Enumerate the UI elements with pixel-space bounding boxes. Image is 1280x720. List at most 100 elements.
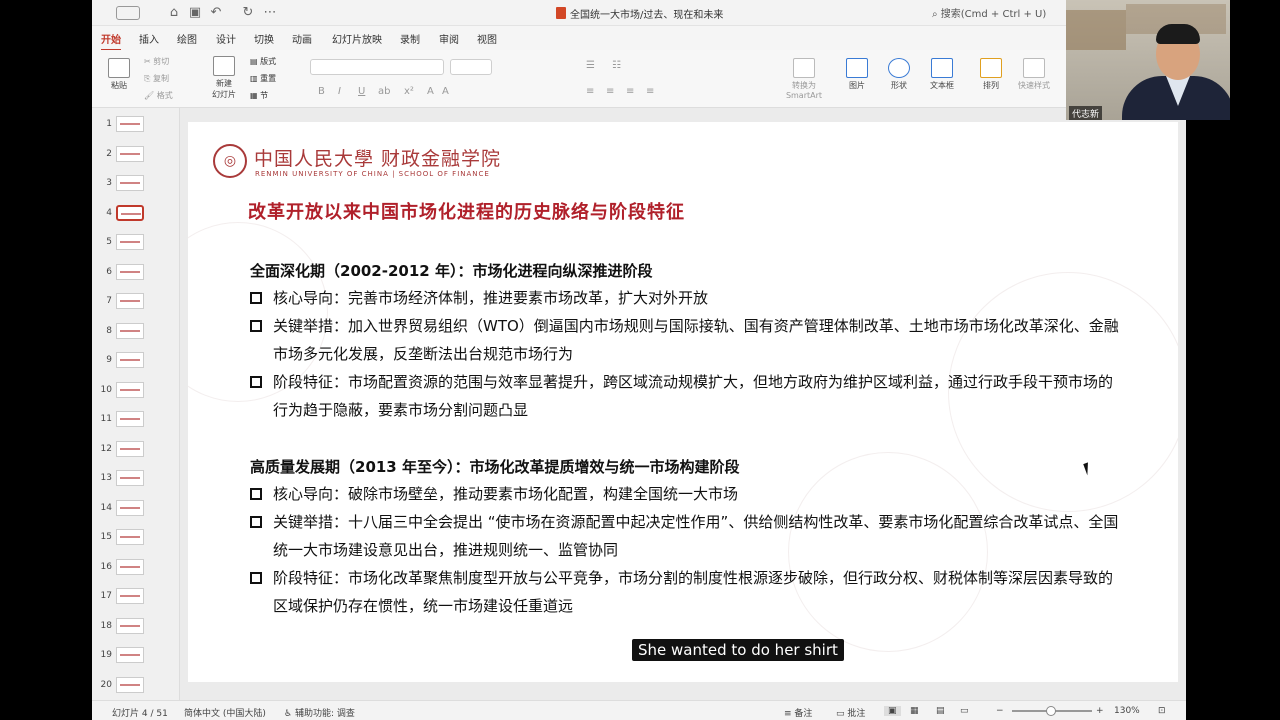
document-icon — [556, 7, 566, 19]
home-icon[interactable]: ⌂ — [166, 5, 182, 21]
arrange-button[interactable]: 排列 — [976, 58, 1006, 91]
tab-draw[interactable]: 绘图 — [177, 31, 197, 46]
thumbnail-number: 3 — [106, 178, 112, 188]
section-button[interactable]: ▦ 节 — [250, 90, 268, 101]
convert-smartart-button[interactable]: 转换为 SmartArt — [782, 58, 826, 100]
bold-icon[interactable]: B — [318, 86, 325, 97]
slide-thumbnail[interactable] — [116, 352, 144, 368]
tab-animations[interactable]: 动画 — [292, 31, 312, 46]
align-left-icon[interactable]: ≡ — [586, 86, 594, 97]
section-label: 节 — [260, 91, 269, 100]
more-icon[interactable]: ⋯ — [262, 5, 278, 21]
paste-button[interactable]: 粘贴 — [104, 58, 134, 91]
tab-insert[interactable]: 插入 — [139, 31, 159, 46]
zoom-slider-handle[interactable] — [1046, 706, 1056, 716]
slide-thumbnail[interactable] — [116, 175, 144, 191]
normal-view-icon[interactable]: ▣ — [884, 706, 901, 716]
thumbnail-number: 10 — [100, 384, 112, 395]
justify-icon[interactable]: ≡ — [646, 86, 654, 97]
university-name-cn: 中国人民大學 财政金融学院 — [254, 148, 502, 170]
fit-slide-icon[interactable]: ⊡ — [1158, 706, 1166, 716]
textbox-button[interactable]: 文本框 — [924, 58, 960, 91]
layout-button[interactable]: ▤ 版式 — [250, 56, 276, 67]
thumbnail-number: 7 — [106, 296, 112, 306]
slide-thumbnail[interactable] — [116, 588, 144, 604]
slide-thumbnail[interactable] — [116, 411, 144, 427]
cut-button[interactable]: ✂ 剪切 — [144, 56, 169, 67]
slide-thumbnail[interactable] — [116, 558, 144, 575]
italic-icon[interactable]: I — [338, 86, 341, 97]
redo-icon[interactable]: ↻ — [240, 5, 256, 21]
tab-review[interactable]: 审阅 — [439, 31, 459, 46]
new-slide-icon — [213, 56, 235, 76]
search-placeholder: 搜索(Cmd + Ctrl + U) — [940, 9, 1047, 20]
language-indicator[interactable]: 简体中文 (中国大陆) — [184, 706, 266, 719]
slide-thumbnail[interactable] — [116, 234, 144, 250]
slide-canvas[interactable]: ◎ 中国人民大學 财政金融学院 RENMIN UNIVERSITY OF CHI… — [188, 122, 1178, 682]
slide-thumbnail[interactable] — [116, 381, 144, 398]
format-painter-button[interactable]: 🖌 格式 — [144, 90, 173, 101]
smartart-icon — [793, 58, 815, 78]
slide-thumbnail[interactable] — [116, 647, 144, 663]
save-icon[interactable]: ▣ — [187, 5, 203, 21]
picture-button[interactable]: 图片 — [842, 58, 872, 91]
slide-thumbnail[interactable] — [116, 263, 144, 280]
superscript-icon[interactable]: x² — [404, 86, 414, 97]
slide-thumbnail[interactable] — [116, 440, 144, 457]
participant-name: 代志新 — [1069, 106, 1103, 120]
slide-thumbnail[interactable] — [116, 617, 144, 634]
bullets-icon[interactable]: ☰ — [586, 60, 595, 71]
notes-button[interactable]: ≡ 备注 — [784, 706, 812, 719]
zoom-level[interactable]: 130% — [1114, 706, 1140, 716]
zoom-out-icon[interactable]: − — [996, 706, 1004, 716]
slide-thumbnail[interactable] — [116, 676, 144, 693]
cut-label: 剪切 — [153, 57, 170, 66]
slide-thumbnail[interactable] — [116, 145, 144, 162]
tab-design[interactable]: 设计 — [216, 31, 236, 46]
tab-record[interactable]: 录制 — [400, 31, 420, 46]
numbering-icon[interactable]: ☷ — [612, 60, 621, 71]
strikethrough-icon[interactable]: ab — [378, 86, 390, 97]
tab-home[interactable]: 开始 — [101, 31, 121, 51]
highlight-icon[interactable]: A — [442, 86, 449, 97]
accessibility-label: 辅助功能: 调查 — [294, 709, 355, 719]
font-size-select[interactable] — [450, 59, 492, 75]
slide-thumbnail[interactable] — [116, 499, 144, 516]
font-family-select[interactable] — [310, 59, 444, 75]
comments-icon: ▭ — [836, 709, 848, 719]
slide-thumbnail[interactable] — [116, 529, 144, 545]
accessibility-icon: ♿ — [284, 709, 295, 719]
reading-view-icon[interactable]: ▤ — [936, 706, 945, 716]
tab-transitions[interactable]: 切换 — [254, 31, 274, 46]
tab-view[interactable]: 视图 — [477, 31, 497, 46]
copy-button[interactable]: ⎘ 复制 — [144, 73, 169, 84]
slide-thumbnail[interactable] — [116, 204, 144, 221]
format-label: 格式 — [156, 91, 173, 100]
slide-thumbnail[interactable] — [116, 116, 144, 132]
search-input[interactable]: ⌕ 搜索(Cmd + Ctrl + U) — [932, 5, 1046, 20]
sidebar-toggle-icon[interactable] — [116, 6, 140, 20]
thumbnail-number: 6 — [106, 266, 112, 277]
comments-button[interactable]: ▭ 批注 — [836, 706, 865, 719]
zoom-in-icon[interactable]: + — [1096, 706, 1104, 716]
slideshow-icon[interactable]: ▭ — [960, 706, 969, 716]
tab-slideshow[interactable]: 幻灯片放映 — [332, 31, 382, 46]
slide-sorter-icon[interactable]: ▦ — [910, 706, 919, 716]
bullet-text: 阶段特征：市场配置资源的范围与效率显著提升，跨区域流动规模扩大，但地方政府为维护… — [273, 373, 1114, 419]
slide-title: 改革开放以来中国市场化进程的历史脉络与阶段特征 — [248, 202, 685, 223]
slide-thumbnail[interactable] — [116, 293, 144, 309]
slide-thumbnail[interactable] — [116, 322, 144, 339]
shape-button[interactable]: 形状 — [884, 58, 914, 91]
accessibility-status[interactable]: ♿ 辅助功能: 调查 — [284, 706, 355, 719]
font-color-icon[interactable]: A — [427, 86, 434, 97]
undo-icon[interactable]: ↶ — [208, 5, 224, 21]
underline-icon[interactable]: U — [358, 86, 365, 97]
slide-thumbnail[interactable] — [116, 470, 144, 486]
align-center-icon[interactable]: ≡ — [606, 86, 614, 97]
thumbnail-number: 14 — [100, 502, 112, 513]
thumbnail-number: 17 — [100, 591, 112, 601]
quick-styles-button[interactable]: 快速样式 — [1014, 58, 1054, 91]
new-slide-button[interactable]: 新建 幻灯片 — [204, 56, 244, 100]
align-right-icon[interactable]: ≡ — [626, 86, 634, 97]
reset-button[interactable]: ▥ 重置 — [250, 73, 276, 84]
